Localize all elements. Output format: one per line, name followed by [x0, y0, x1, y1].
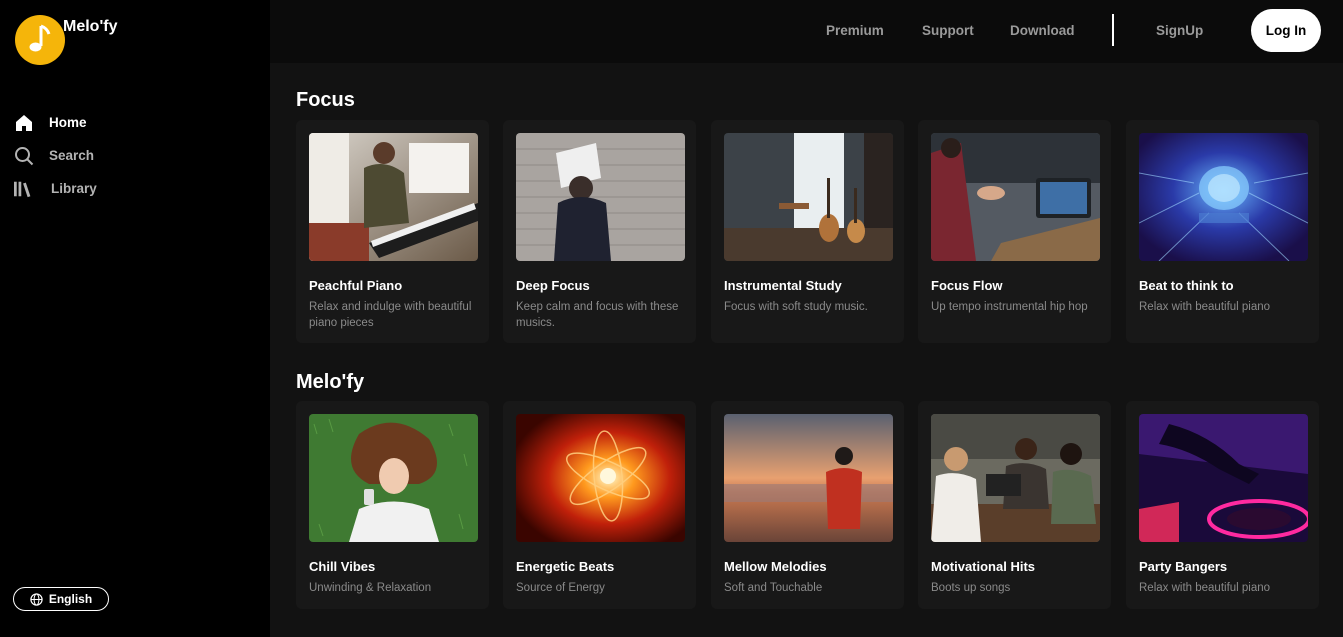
card-image: [724, 414, 893, 542]
playlist-card[interactable]: Beat to think to Relax with beautiful pi…: [1126, 120, 1319, 343]
sidebar-item-library[interactable]: Library: [14, 172, 97, 205]
playlist-card[interactable]: Energetic Beats Source of Energy: [503, 401, 696, 609]
login-button[interactable]: Log In: [1251, 9, 1321, 52]
card-image: [931, 414, 1100, 542]
card-description: Source of Energy: [516, 582, 605, 594]
playlist-card[interactable]: Mellow Melodies Soft and Touchable: [711, 401, 904, 609]
card-image: [931, 133, 1100, 261]
premium-link[interactable]: Premium: [826, 23, 884, 38]
sidebar-item-label: Home: [49, 115, 87, 130]
playlist-card[interactable]: Instrumental Study Focus with soft study…: [711, 120, 904, 343]
card-title: Focus Flow: [931, 278, 1003, 293]
card-title: Party Bangers: [1139, 559, 1228, 574]
section-title-melofy: Melo'fy: [296, 371, 365, 393]
sidebar-item-search[interactable]: Search: [14, 139, 97, 172]
card-image: [516, 133, 685, 261]
card-title: Beat to think to: [1139, 278, 1234, 293]
support-link[interactable]: Support: [922, 23, 974, 38]
card-description: Soft and Touchable: [724, 582, 823, 594]
sidebar-item-label: Search: [49, 148, 95, 163]
language-button[interactable]: English: [13, 587, 109, 611]
card-description: Keep calm and focus with these musics.: [516, 301, 679, 329]
card-title: Chill Vibes: [309, 559, 376, 574]
music-note-icon: [15, 15, 65, 65]
sidebar-nav: Home Search Library: [14, 106, 97, 205]
card-description: Boots up songs: [931, 582, 1011, 594]
app-logo[interactable]: Melo'fy: [15, 15, 117, 65]
card-description: Focus with soft study music.: [724, 301, 868, 313]
playlist-card[interactable]: Peachful Piano Relax and indulge with be…: [296, 120, 489, 343]
topbar-divider: [1112, 14, 1114, 46]
card-title: Instrumental Study: [724, 278, 842, 293]
search-icon: [14, 146, 34, 166]
card-description: Relax with beautiful piano: [1139, 301, 1271, 313]
top-bar: Premium Support Download SignUp Log In: [270, 0, 1343, 63]
card-title: Motivational Hits: [931, 559, 1036, 574]
card-description: Unwinding & Relaxation: [309, 582, 432, 594]
card-title: Energetic Beats: [516, 559, 615, 574]
card-image: [1139, 414, 1308, 542]
card-image: [516, 414, 685, 542]
playlist-card[interactable]: Motivational Hits Boots up songs: [918, 401, 1111, 609]
card-title: Mellow Melodies: [724, 559, 827, 574]
card-description: Up tempo instrumental hip hop: [931, 301, 1088, 313]
sidebar-item-home[interactable]: Home: [14, 106, 97, 139]
section-title-focus: Focus: [296, 89, 355, 111]
card-title: Peachful Piano: [309, 278, 403, 293]
playlist-card[interactable]: Deep Focus Keep calm and focus with thes…: [503, 120, 696, 343]
card-title: Deep Focus: [516, 278, 590, 293]
language-label: English: [48, 592, 93, 606]
sidebar-item-label: Library: [51, 181, 97, 196]
card-description: Relax with beautiful piano: [1139, 582, 1271, 594]
home-icon: [14, 113, 34, 133]
playlist-card[interactable]: Chill Vibes Unwinding & Relaxation: [296, 401, 489, 609]
download-link[interactable]: Download: [1010, 23, 1075, 38]
library-icon: [14, 179, 34, 199]
playlist-card[interactable]: Party Bangers Relax with beautiful piano: [1126, 401, 1319, 609]
globe-icon: [30, 592, 43, 606]
playlist-card[interactable]: Focus Flow Up tempo instrumental hip hop: [918, 120, 1111, 343]
signup-link[interactable]: SignUp: [1156, 23, 1203, 38]
app-name: Melo'fy: [63, 18, 118, 35]
card-image: [724, 133, 893, 261]
card-image: [309, 133, 478, 261]
card-image: [309, 414, 478, 542]
sidebar: Melo'fy Home Search Library English: [0, 0, 270, 637]
card-image: [1139, 133, 1308, 261]
card-description: Relax and indulge with beautiful piano p…: [309, 301, 472, 329]
